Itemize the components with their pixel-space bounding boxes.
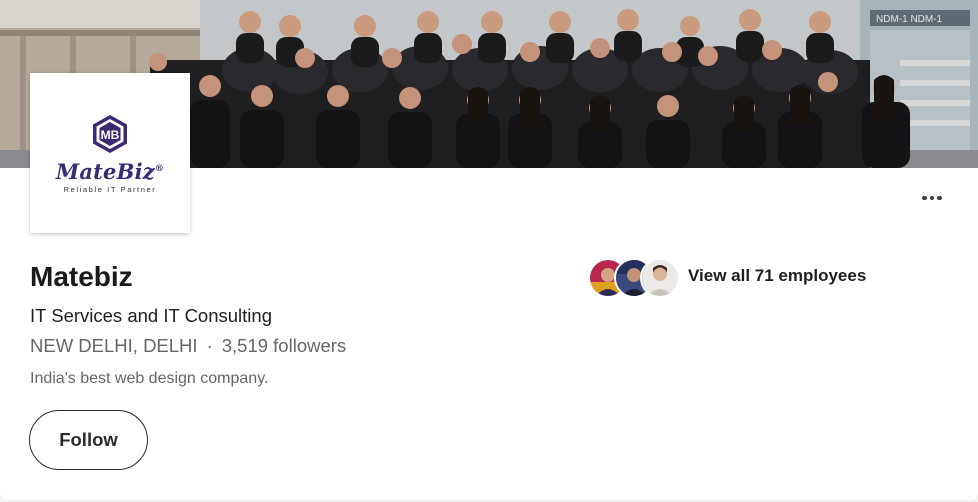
company-logo[interactable]: MB MateBiz® Reliable IT Partner	[30, 73, 190, 233]
company-tagline: India's best web design company.	[30, 370, 269, 387]
building-sign: NDM-1 NDM-1	[876, 14, 943, 25]
matebiz-monogram-icon: MB	[93, 114, 127, 153]
company-location: NEW DELHI, DELHI	[30, 335, 198, 356]
view-employees-link[interactable]: View all 71 employees	[588, 256, 866, 298]
company-followers[interactable]: 3,519 followers	[222, 335, 346, 356]
logo-registered-mark: ®	[154, 163, 165, 174]
meta-separator: ·	[206, 335, 213, 356]
logo-wordmark: MateBiz®	[56, 159, 164, 184]
company-industry: IT Services and IT Consulting	[30, 305, 272, 326]
logo-tagline: Reliable IT Partner	[63, 184, 157, 194]
company-meta: NEW DELHI, DELHI · 3,519 followers	[30, 334, 346, 358]
avatar	[640, 258, 680, 298]
company-name: Matebiz	[30, 261, 133, 292]
more-horizontal-icon	[922, 195, 927, 201]
logo-brand: MateBiz	[55, 158, 155, 184]
logo-monogram: MB	[101, 128, 120, 142]
view-all-employees-label[interactable]: View all 71 employees	[688, 266, 866, 286]
more-horizontal-icon	[937, 195, 942, 201]
follow-button[interactable]: Follow	[29, 410, 148, 470]
more-horizontal-icon	[929, 195, 935, 201]
more-options-button[interactable]	[912, 184, 952, 212]
employee-avatars	[588, 256, 680, 298]
company-page-header: NDM-1 NDM-1 MB MateBiz® Reliable IT Part…	[0, 0, 978, 500]
